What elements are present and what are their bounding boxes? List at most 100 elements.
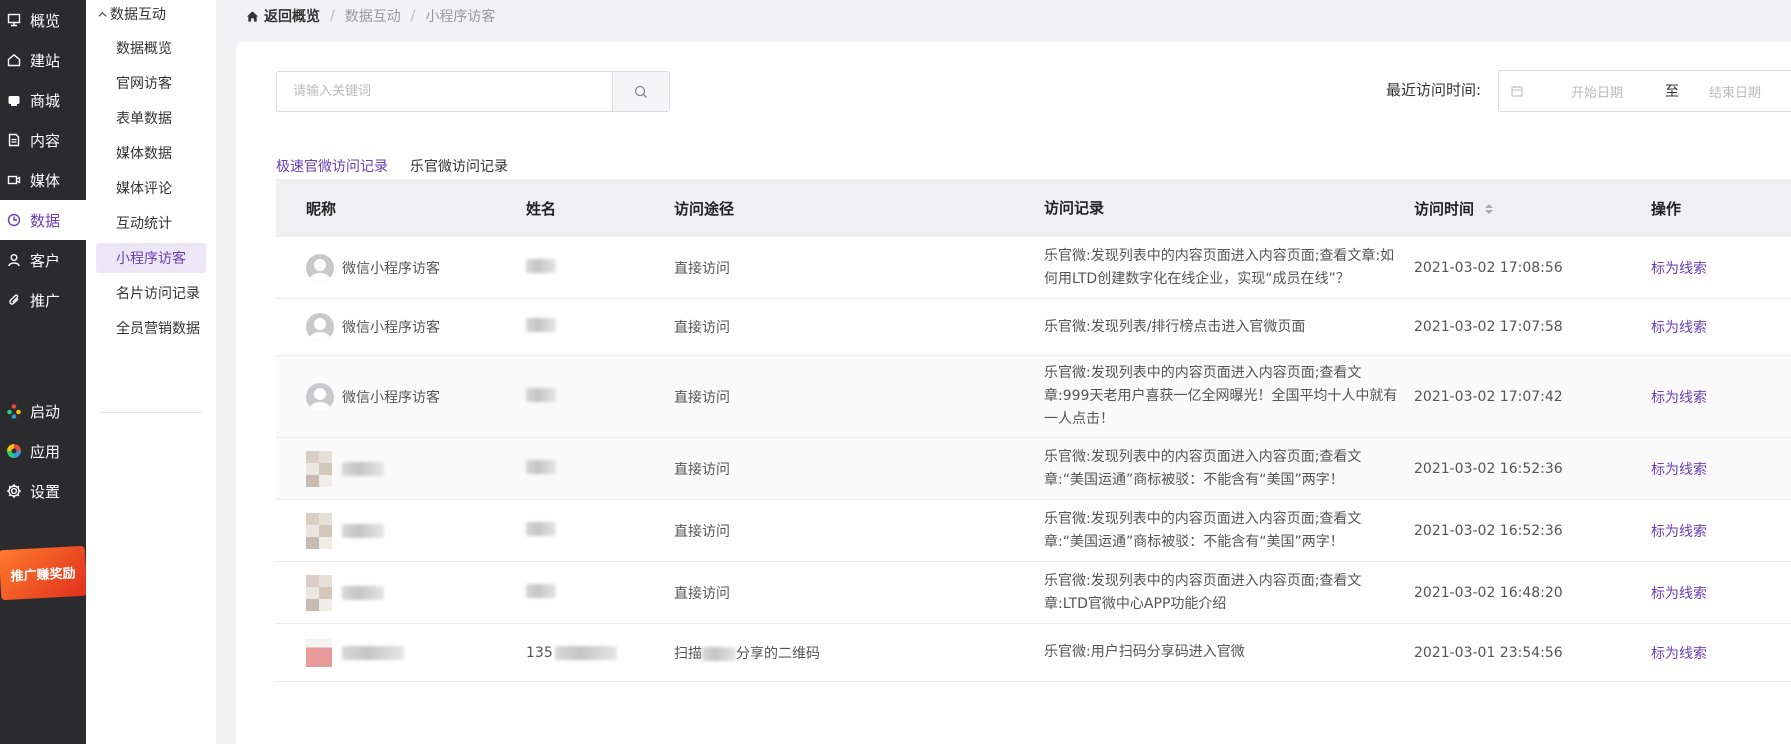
cell-name: [526, 258, 674, 277]
cell-action: 标为线索: [1651, 317, 1791, 337]
nav-bottom-item-2[interactable]: 设置: [0, 471, 86, 511]
cell-nickname: [276, 512, 526, 549]
search-input[interactable]: [277, 72, 612, 111]
gear-icon: [6, 483, 22, 499]
subnav-item[interactable]: 全员营销数据: [96, 313, 206, 343]
avatar-default-icon: [306, 313, 334, 341]
mark-as-lead-link[interactable]: 标为线索: [1651, 320, 1707, 336]
table-header: 昵称 姓名 访问途径 访问记录 访问时间 操作: [276, 179, 1791, 237]
subnav-item[interactable]: 媒体评论: [96, 173, 206, 203]
table-row: 直接访问 乐官微:发现列表中的内容页面进入内容页面;查看文章:LTD官微中心APP…: [276, 562, 1791, 624]
breadcrumb-item[interactable]: 数据互动: [345, 6, 401, 26]
date-range-picker[interactable]: 开始日期 至 结束日期: [1498, 70, 1791, 112]
subnav-group-header[interactable]: 数据互动: [86, 0, 216, 28]
promo-banner[interactable]: 推广赚奖励: [0, 545, 88, 601]
avatar-default-icon: [306, 253, 334, 282]
cell-record: 乐官微:用户扫码分享码进入官微: [1044, 644, 1245, 660]
cell-channel: 直接访问: [674, 260, 730, 277]
nav-item-4[interactable]: 媒体: [0, 160, 86, 200]
avatar-image: [306, 574, 332, 611]
cell-action: 标为线索: [1651, 583, 1791, 603]
cell-time: 2021-03-01 23:54:56: [1414, 644, 1563, 661]
cell-channel: 直接访问: [674, 585, 730, 602]
subnav-header-label: 数据互动: [110, 7, 166, 23]
mark-as-lead-link[interactable]: 标为线索: [1651, 390, 1707, 406]
nav-item-5[interactable]: 数据: [0, 200, 86, 240]
cell-nickname: 微信小程序访客: [276, 313, 526, 341]
cell-time: 2021-03-02 16:48:20: [1414, 584, 1563, 601]
subnav-item[interactable]: 媒体数据: [96, 138, 206, 168]
breadcrumb-home[interactable]: 返回概览: [246, 6, 320, 26]
name-redacted: [526, 521, 556, 536]
cell-channel: 直接访问: [674, 320, 730, 336]
name-text: 135: [526, 644, 553, 661]
table-row: 直接访问 乐官微:发现列表中的内容页面进入内容页面;查看文章:“美国运通”商标被驳…: [276, 438, 1791, 500]
column-header-time[interactable]: 访问时间: [1414, 198, 1651, 219]
mark-as-lead-link[interactable]: 标为线索: [1651, 462, 1707, 478]
cell-action: 标为线索: [1651, 387, 1791, 407]
search-box: [276, 71, 670, 112]
visitor-table: 昵称 姓名 访问途径 访问记录 访问时间 操作 微信小程序访客 直接访问 乐官微:发…: [276, 179, 1791, 682]
search-button[interactable]: [612, 72, 669, 111]
subnav-item[interactable]: 小程序访客: [96, 243, 206, 273]
cell-channel: 直接访问: [674, 389, 730, 406]
launch-dots-icon: [6, 403, 22, 419]
breadcrumb-separator: /: [330, 8, 335, 24]
subnav-item[interactable]: 名片访问记录: [96, 278, 206, 308]
nav-item-1[interactable]: 建站: [0, 40, 86, 80]
subnav-item[interactable]: 表单数据: [96, 103, 206, 133]
table-row: 微信小程序访客 直接访问 乐官微:发现列表/排行榜点击进入官微页面 2021-03-0…: [276, 299, 1791, 356]
name-redacted: [526, 318, 556, 332]
cell-nickname: [276, 574, 526, 611]
cell-time: 2021-03-02 17:07:42: [1414, 388, 1563, 405]
cell-nickname: [276, 450, 526, 487]
mark-as-lead-link[interactable]: 标为线索: [1651, 261, 1707, 277]
cell-name: [526, 387, 674, 406]
cell-record: 乐官微:发现列表中的内容页面进入内容页面;查看文章:999天老用户喜获一亿全网曝…: [1044, 365, 1398, 427]
apps-color-icon: [6, 443, 22, 459]
mark-as-lead-link[interactable]: 标为线索: [1651, 586, 1707, 602]
nav-bottom-item-0[interactable]: 启动: [0, 391, 86, 431]
cell-name: 135: [526, 645, 674, 661]
cell-name: [526, 521, 674, 540]
column-header-name: 姓名: [526, 199, 557, 218]
nav-item-6[interactable]: 客户: [0, 240, 86, 280]
document-icon: [6, 132, 22, 148]
divider: [100, 412, 202, 413]
nickname-redacted: [342, 585, 384, 600]
subnav-item[interactable]: 互动统计: [96, 208, 206, 238]
cell-action: 标为线索: [1651, 459, 1791, 479]
cell-time: 2021-03-02 16:52:36: [1414, 460, 1563, 477]
nav-item-0[interactable]: 概览: [0, 0, 86, 40]
breadcrumb-item-current: 小程序访客: [425, 9, 496, 25]
table-row: 微信小程序访客 直接访问 乐官微:发现列表中的内容页面进入内容页面;查看文章:999…: [276, 356, 1791, 438]
nav-item-2[interactable]: 商城: [0, 80, 86, 120]
calendar-icon: [1511, 85, 1523, 97]
nav-item-label: 概览: [30, 11, 61, 30]
sort-icon[interactable]: [1485, 204, 1494, 214]
avatar-default-icon: [306, 382, 334, 411]
overview-icon: [6, 12, 22, 28]
nav-item-label: 客户: [30, 251, 61, 270]
column-header-time-label: 访问时间: [1414, 199, 1475, 218]
paperclip-icon: [6, 292, 22, 308]
subnav-item[interactable]: 官网访客: [96, 68, 206, 98]
mark-as-lead-link[interactable]: 标为线索: [1651, 524, 1707, 540]
mark-as-lead-link[interactable]: 标为线索: [1651, 646, 1707, 662]
end-date-input[interactable]: 结束日期: [1709, 82, 1761, 101]
start-date-input[interactable]: 开始日期: [1571, 82, 1623, 101]
subnav-item[interactable]: 数据概览: [96, 33, 206, 63]
nav-item-label: 内容: [30, 131, 61, 150]
avatar-image: [306, 638, 332, 667]
nav-bottom-item-1[interactable]: 应用: [0, 431, 86, 471]
shop-icon: [6, 92, 22, 108]
cell-action: 标为线索: [1651, 521, 1791, 541]
cell-record: 乐官微:发现列表中的内容页面进入内容页面;查看文章:如何用LTD创建数字化在线企…: [1044, 247, 1395, 287]
column-header-channel: 访问途径: [674, 199, 735, 218]
name-redacted: [526, 459, 556, 474]
nav-item-label: 启动: [30, 402, 61, 421]
nav-item-3[interactable]: 内容: [0, 120, 86, 160]
nav-item-7[interactable]: 推广: [0, 280, 86, 320]
search-icon: [634, 85, 648, 99]
home-icon: [6, 52, 22, 68]
